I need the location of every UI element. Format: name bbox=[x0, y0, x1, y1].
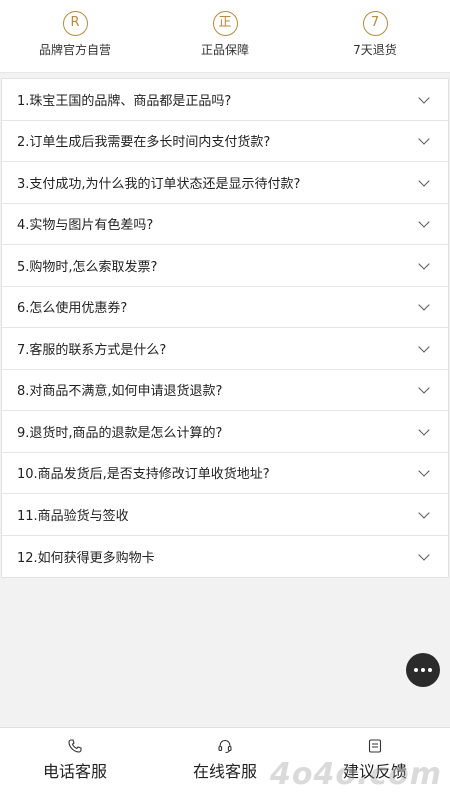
chevron-down-icon bbox=[418, 424, 430, 436]
chevron-down-icon bbox=[418, 92, 430, 104]
faq-question: 10.商品发货后,是否支持修改订单收货地址? bbox=[17, 467, 270, 483]
feature-label: 正品保障 bbox=[200, 43, 249, 57]
faq-item[interactable]: 10.商品发货后,是否支持修改订单收货地址? bbox=[2, 453, 448, 494]
faq-question: 3.支付成功,为什么我的订单状态还是显示待付款? bbox=[17, 176, 301, 192]
faq-question: 2.订单生成后我需要在多长时间内支付货款? bbox=[17, 135, 271, 151]
chevron-down-icon bbox=[418, 258, 430, 270]
faq-question: 11.商品验货与签收 bbox=[17, 508, 129, 524]
registered-icon: R bbox=[62, 11, 88, 36]
chevron-down-icon bbox=[418, 133, 430, 145]
feature-label: 7天退货 bbox=[353, 43, 397, 57]
phone-icon bbox=[68, 739, 82, 753]
chevron-down-icon bbox=[418, 465, 430, 477]
faq-item[interactable]: 3.支付成功,为什么我的订单状态还是显示待付款? bbox=[2, 162, 448, 204]
chevron-down-icon bbox=[418, 216, 430, 228]
genuine-icon: 正 bbox=[212, 11, 238, 36]
faq-question: 1.珠宝王国的品牌、商品都是正品吗? bbox=[17, 93, 232, 109]
tab-label: 电话客服 bbox=[42, 762, 107, 781]
faq-item[interactable]: 11.商品验货与签收 bbox=[2, 494, 448, 536]
faq-question: 8.对商品不满意,如何申请退货退款? bbox=[17, 384, 223, 400]
faq-item[interactable]: 12.如何获得更多购物卡 bbox=[2, 536, 448, 578]
service-features: R 品牌官方自营 正 正品保障 7 7天退货 bbox=[0, 0, 450, 73]
faq-item[interactable]: 6.怎么使用优惠券? bbox=[2, 287, 448, 328]
bottom-service-bar: 电话客服 在线客服 建议反馈 bbox=[0, 727, 450, 800]
faq-list: 1.珠宝王国的品牌、商品都是正品吗? 2.订单生成后我需要在多长时间内支付货款?… bbox=[1, 78, 449, 578]
faq-item[interactable]: 4.实物与图片有色差吗? bbox=[2, 204, 448, 245]
faq-item[interactable]: 5.购物时,怎么索取发票? bbox=[2, 245, 448, 287]
chevron-down-icon bbox=[418, 341, 430, 353]
feedback-tab[interactable]: 建议反馈 bbox=[300, 728, 450, 800]
feedback-icon bbox=[368, 739, 382, 753]
tab-label: 在线客服 bbox=[192, 762, 257, 781]
faq-question: 7.客服的联系方式是什么? bbox=[17, 342, 167, 358]
dot-icon bbox=[421, 668, 425, 672]
faq-item[interactable]: 9.退货时,商品的退款是怎么计算的? bbox=[2, 411, 448, 453]
chevron-down-icon bbox=[418, 507, 430, 519]
chevron-down-icon bbox=[418, 175, 430, 187]
faq-question: 6.怎么使用优惠券? bbox=[17, 301, 128, 317]
faq-item[interactable]: 2.订单生成后我需要在多长时间内支付货款? bbox=[2, 121, 448, 162]
online-service-tab[interactable]: 在线客服 bbox=[150, 728, 300, 800]
tab-label: 建议反馈 bbox=[342, 762, 407, 781]
feature-genuine: 正 正品保障 bbox=[150, 0, 300, 72]
faq-item[interactable]: 8.对商品不满意,如何申请退货退款? bbox=[2, 370, 448, 411]
feature-brand-official: R 品牌官方自营 bbox=[0, 0, 150, 72]
faq-question: 5.购物时,怎么索取发票? bbox=[17, 259, 158, 275]
more-options-button[interactable] bbox=[406, 653, 440, 687]
feature-label: 品牌官方自营 bbox=[38, 43, 111, 57]
chevron-down-icon bbox=[418, 299, 430, 311]
faq-question: 4.实物与图片有色差吗? bbox=[17, 218, 154, 234]
seven-day-icon: 7 bbox=[362, 11, 388, 36]
faq-item[interactable]: 7.客服的联系方式是什么? bbox=[2, 328, 448, 370]
phone-service-tab[interactable]: 电话客服 bbox=[0, 728, 150, 800]
dot-icon bbox=[428, 668, 432, 672]
dot-icon bbox=[414, 668, 418, 672]
feature-seven-day-return: 7 7天退货 bbox=[300, 0, 450, 72]
chevron-down-icon bbox=[418, 382, 430, 394]
faq-question: 9.退货时,商品的退款是怎么计算的? bbox=[17, 425, 223, 441]
headset-icon bbox=[218, 739, 232, 754]
faq-item[interactable]: 1.珠宝王国的品牌、商品都是正品吗? bbox=[2, 79, 448, 121]
faq-question: 12.如何获得更多购物卡 bbox=[17, 550, 155, 566]
chevron-down-icon bbox=[418, 549, 430, 561]
